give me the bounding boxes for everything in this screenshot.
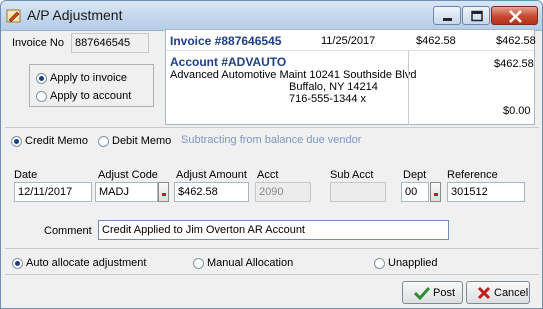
account-heading: Account #ADVAUTO [170,55,287,69]
invoice-no-label: Invoice No [12,37,64,49]
post-button-label: Post [433,287,456,299]
minimize-icon [443,18,452,21]
sub-acct-label: Sub Acct [330,169,374,181]
app-icon [6,8,22,27]
section-divider-3 [5,274,539,275]
maximize-icon [471,10,483,22]
title-bar: A/P Adjustment [1,1,542,31]
dept-label: Dept [403,169,427,181]
dropdown-arrow-icon [162,193,166,196]
cancel-button[interactable]: Cancel [466,281,530,304]
dept-dropdown-button[interactable] [430,182,441,202]
debit-memo-radio[interactable] [98,136,109,147]
close-icon [509,10,522,23]
adjust-code-dropdown-button[interactable] [158,182,169,202]
manual-allocation-radio[interactable] [193,258,204,269]
invoice-balance: $462.58 [496,35,536,47]
invoice-no-field: 887646545 [71,33,149,53]
account-phone: 716-555-1344 x [289,93,367,105]
minimize-button[interactable] [433,6,461,25]
maximize-button[interactable] [462,6,490,25]
apply-to-account-label[interactable]: Apply to account [50,90,131,102]
adjust-amount-label: Adjust Amount [176,169,247,181]
sub-acct-input [330,182,386,202]
adjust-code-input[interactable]: MADJ [95,182,158,202]
date-input[interactable]: 12/11/2017 [14,182,92,202]
unapplied-radio[interactable] [374,258,385,269]
section-divider-1 [5,127,539,128]
checkmark-icon [414,286,430,300]
adjust-code-label: Adjust Code [98,169,158,181]
cancel-button-label: Cancel [494,287,529,299]
manual-allocation-label[interactable]: Manual Allocation [207,257,293,269]
ap-adjustment-window: A/P Adjustment Invoice No 887646545 Invo… [0,0,543,309]
debit-memo-label[interactable]: Debit Memo [112,135,171,147]
acct-input: 2090 [255,182,311,202]
section-divider-2 [5,248,539,249]
adjust-amount-input[interactable]: $462.58 [174,182,249,202]
apply-to-invoice-radio[interactable] [36,73,47,84]
acct-label: Acct [257,169,279,181]
apply-to-account-radio[interactable] [36,91,47,102]
comment-input[interactable]: Credit Applied to Jim Overton AR Account [98,220,449,240]
reference-input[interactable]: 301512 [447,182,525,202]
window-title: A/P Adjustment [27,7,123,23]
dept-input[interactable]: 00 [401,182,429,202]
close-button[interactable] [491,6,538,25]
reference-label: Reference [447,169,498,181]
invoice-date: 11/25/2017 [321,35,376,47]
balance-top-amount: $462.58 [494,58,534,70]
account-name-address: Advanced Automotive Maint 10241 Southsid… [170,69,417,81]
balance-bottom-amount: $0.00 [503,105,531,117]
auto-allocate-label[interactable]: Auto allocate adjustment [26,257,146,269]
apply-to-invoice-label[interactable]: Apply to invoice [50,72,127,84]
memo-hint-text: Subtracting from balance due vendor [181,134,362,146]
post-button[interactable]: Post [402,281,463,304]
comment-label: Comment [44,225,92,237]
unapplied-label[interactable]: Unapplied [388,257,438,269]
cancel-x-icon [477,286,491,300]
dropdown-arrow-icon [434,193,438,196]
account-city: Buffalo, NY 14214 [289,81,378,93]
credit-memo-radio[interactable] [11,136,22,147]
date-label: Date [14,169,38,181]
invoice-amount: $462.58 [416,35,456,47]
invoice-heading: Invoice #887646545 [170,34,282,48]
credit-memo-label[interactable]: Credit Memo [25,135,88,147]
auto-allocate-radio[interactable] [12,258,23,269]
